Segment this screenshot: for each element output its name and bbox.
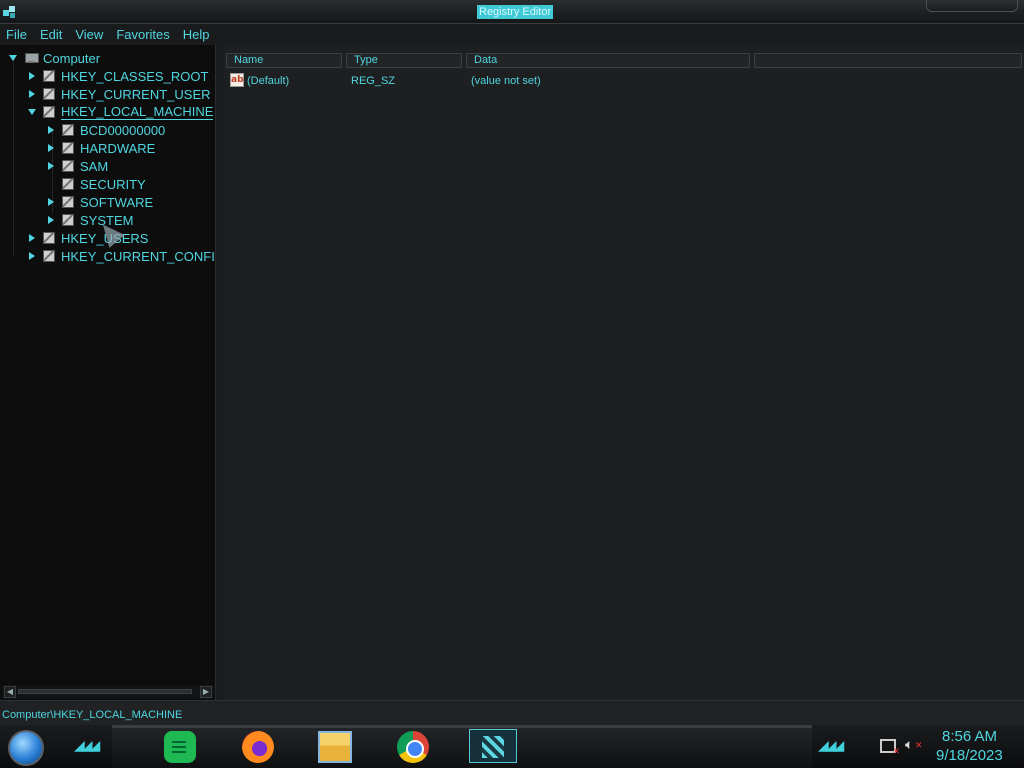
tree-item-label: Computer [43,50,101,66]
clock-time[interactable]: 8:56 AM [942,728,997,745]
collapse-arrow-icon[interactable] [46,125,56,135]
clock-date[interactable]: 9/18/2023 [936,747,1003,764]
registry-tree[interactable]: Computer HKEY_CLASSES_ROOT HKEY_CURRENT_… [0,45,216,700]
start-button[interactable] [8,730,44,766]
collapse-arrow-icon[interactable] [27,233,37,243]
tree-guide-line [13,59,14,255]
regedit-app-icon [3,6,15,18]
tree-item-label: HKEY_CURRENT_CONFI [61,248,215,264]
decorative-chevrons-icon: ◢◢◢ [818,738,844,754]
tree-item-label: SAM [80,158,109,174]
registry-key-icon [43,250,55,262]
value-data: (value not set) [471,75,541,87]
tree-item-label: SOFTWARE [80,194,154,210]
tree-item-computer[interactable]: Computer [8,49,100,67]
tree-item-hklm[interactable]: HKEY_LOCAL_MACHINE [27,103,214,121]
registry-key-icon [43,106,55,118]
tree-item-software[interactable]: SOFTWARE [46,193,153,211]
value-name[interactable]: (Default) [247,75,289,87]
collapse-arrow-icon[interactable] [27,89,37,99]
ab-string-icon: ab [230,73,244,87]
chrome-icon[interactable] [397,731,429,763]
status-bar: Computer\HKEY_LOCAL_MACHINE [0,700,1024,725]
tree-item-hkcu[interactable]: HKEY_CURRENT_USER [27,85,211,103]
column-header-data[interactable]: Data [466,53,750,68]
column-header-type[interactable]: Type [346,53,462,68]
collapse-arrow-icon[interactable] [27,71,37,81]
notes-app-icon[interactable] [164,731,196,763]
tree-item-hardware[interactable]: HARDWARE [46,139,155,157]
collapse-arrow-icon[interactable] [46,215,56,225]
column-header-name[interactable]: Name [226,53,342,68]
decorative-chevrons-icon: ◢◢◢ [74,738,100,754]
tree-item-hku[interactable]: HKEY_USERS [27,229,148,247]
mute-x-icon: ✕ [915,741,923,751]
tree-item-label: SECURITY [80,176,146,192]
expand-arrow-icon[interactable] [27,107,37,117]
registry-key-icon [62,142,74,154]
window-title: Registry Editor [477,5,554,19]
values-list[interactable]: Name Type Data ab (Default) REG_SZ (valu… [224,45,1024,700]
window-controls[interactable] [926,0,1018,12]
network-disconnected-icon[interactable] [880,739,900,757]
registry-key-icon [62,196,74,208]
menu-edit[interactable]: Edit [40,27,62,42]
tree-item-system[interactable]: SYSTEM [46,211,133,229]
menu-view[interactable]: View [75,27,103,42]
scroll-right-arrow-icon[interactable]: ▶ [200,686,212,698]
registry-key-icon [43,88,55,100]
computer-icon [24,52,39,64]
scrollbar-thumb[interactable] [18,689,192,694]
status-path: Computer\HKEY_LOCAL_MACHINE [2,709,183,721]
registry-key-icon [43,232,55,244]
menu-help[interactable]: Help [183,27,210,42]
regedit-icon[interactable] [469,729,517,763]
menu-bar: File Edit View Favorites Help [0,24,1024,45]
scroll-left-arrow-icon[interactable]: ◀ [4,686,16,698]
tree-item-security[interactable]: SECURITY [46,175,146,193]
collapse-arrow-icon[interactable] [46,197,56,207]
tree-item-hkcr[interactable]: HKEY_CLASSES_ROOT [27,67,208,85]
expand-arrow-icon[interactable] [8,53,18,63]
collapse-arrow-icon[interactable] [46,161,56,171]
value-type: REG_SZ [351,75,396,87]
tree-item-label: HKEY_CURRENT_USER [61,86,211,102]
tree-item-label: BCD00000000 [80,122,166,138]
tree-horizontal-scrollbar[interactable]: ◀ ▶ [2,685,214,699]
registry-key-icon [62,178,74,190]
tree-item-bcd[interactable]: BCD00000000 [46,121,165,139]
taskbar: ◢◢◢ ◢◢◢ 🔈︎ ✕ 8:56 AM 9/18/2023 [0,725,1024,768]
pane-splitter[interactable] [216,45,224,700]
menu-favorites[interactable]: Favorites [116,27,169,42]
taskbar-app-frame [112,725,812,768]
firefox-icon[interactable] [242,731,274,763]
tree-item-label: HKEY_CLASSES_ROOT [61,68,209,84]
menu-file[interactable]: File [6,27,27,42]
column-header-empty [754,53,1022,68]
registry-key-icon [62,124,74,136]
registry-key-icon [62,214,74,226]
title-bar[interactable]: Registry Editor [0,0,1024,24]
tree-item-label: HARDWARE [80,140,156,156]
collapse-arrow-icon[interactable] [46,143,56,153]
tree-item-sam[interactable]: SAM [46,157,108,175]
tree-item-hkcc[interactable]: HKEY_CURRENT_CONFI [27,247,215,265]
tree-item-label: HKEY_LOCAL_MACHINE [61,104,214,120]
file-explorer-icon[interactable] [318,731,352,763]
collapse-arrow-icon[interactable] [27,251,37,261]
speaker-icon[interactable]: 🔈︎ [905,737,913,753]
registry-key-icon [43,70,55,82]
registry-key-icon [62,160,74,172]
